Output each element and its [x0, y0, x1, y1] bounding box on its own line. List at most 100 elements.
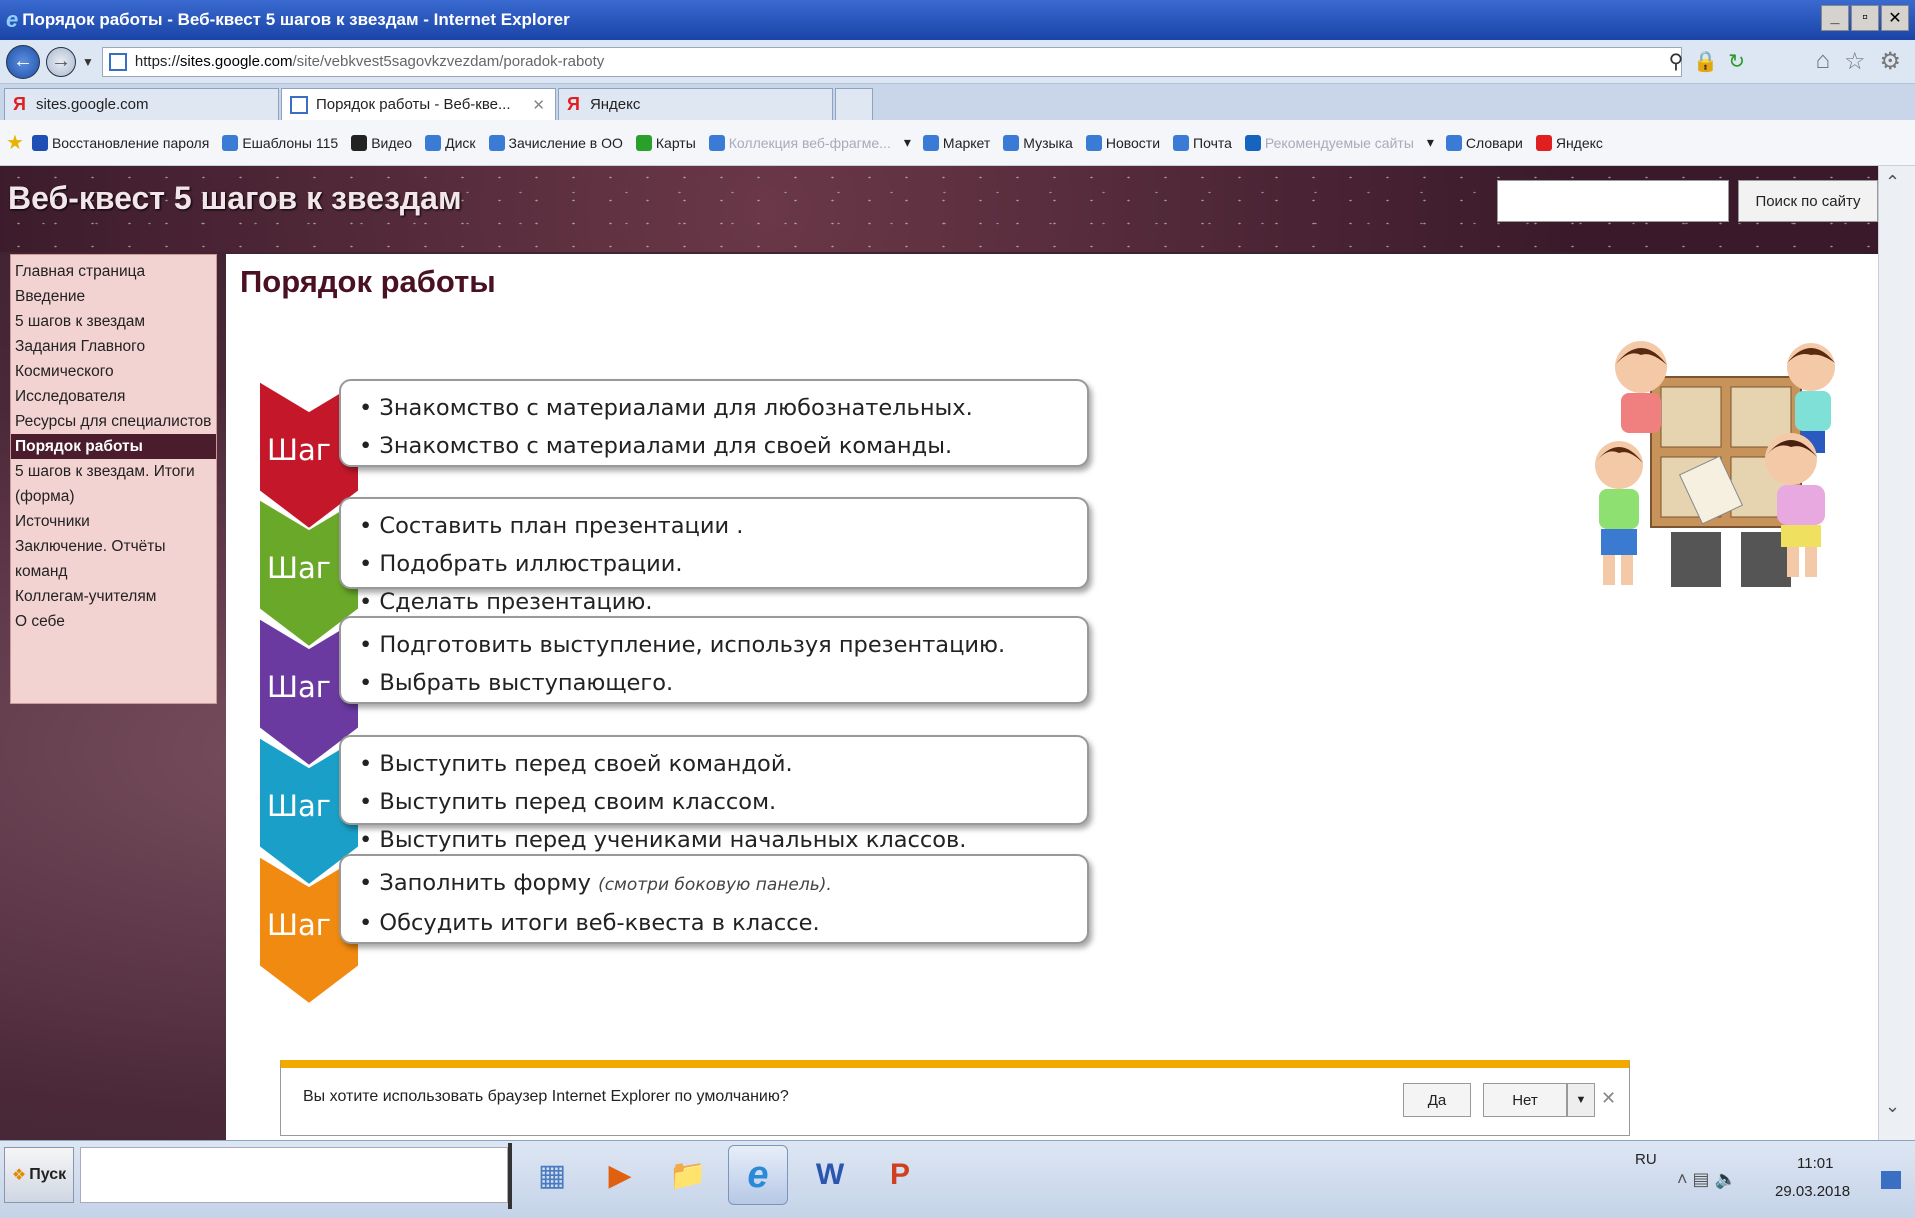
favorites-star-icon[interactable]: ★ [6, 130, 24, 155]
notification-close-icon[interactable]: ✕ [1601, 1088, 1616, 1109]
step-item: • Знакомство с материалами для своей ком… [359, 427, 1087, 465]
tab-yandex[interactable]: Я Яндекс [558, 88, 833, 120]
close-window-button[interactable]: ✕ [1881, 5, 1909, 31]
scroll-up-icon[interactable]: ⌃ [1885, 172, 1900, 193]
media-player-app-icon[interactable]: ▶ [590, 1145, 650, 1205]
site-search-button[interactable]: Поиск по сайту [1738, 180, 1878, 222]
step-item: • Обсудить итоги веб-квеста в классе. [359, 904, 1087, 942]
refresh-icon[interactable]: ↻ [1728, 49, 1745, 74]
page-icon [108, 52, 127, 71]
notification-dropdown-button[interactable]: ▼ [1567, 1083, 1595, 1117]
site-title[interactable]: Веб-квест 5 шагов к звездам [8, 180, 462, 217]
close-tab-icon[interactable]: ✕ [532, 96, 545, 114]
show-desktop-button[interactable] [1881, 1171, 1901, 1189]
volume-icon[interactable]: 🔈 [1715, 1169, 1737, 1189]
sidebar-item[interactable]: Задания Главного Космического Исследоват… [15, 334, 216, 409]
notification-message: Вы хотите использовать браузер Internet … [303, 1088, 789, 1105]
calculator-app-icon[interactable]: ▦ [522, 1145, 582, 1205]
ie-logo-icon: e [6, 7, 19, 32]
favorite-item[interactable]: Зачисление в ОО [488, 134, 623, 151]
back-arrow-icon: ← [13, 50, 33, 72]
favorite-label: Словари [1465, 134, 1523, 151]
lock-icon[interactable]: 🔒 [1693, 49, 1718, 74]
sidebar-item[interactable]: Введение [15, 284, 216, 309]
network-icon[interactable]: ▤ [1693, 1169, 1710, 1189]
scroll-down-icon[interactable]: ⌄ [1885, 1096, 1900, 1117]
tray-expand-icon[interactable]: ˄ [1677, 1169, 1688, 1189]
maximize-button[interactable]: ▫ [1851, 5, 1879, 31]
file-explorer-app-icon[interactable]: 📁 [658, 1145, 718, 1205]
new-tab-button[interactable] [835, 88, 873, 120]
sidebar-item[interactable]: Источники [15, 509, 216, 534]
favorite-item[interactable]: Карты [635, 134, 696, 151]
step-item: • Подготовить выступление, используя пре… [359, 626, 1087, 664]
favorite-link-icon [425, 134, 442, 151]
favorite-item[interactable]: Музыка [1003, 134, 1073, 151]
favorite-item[interactable]: Яндекс [1535, 134, 1603, 151]
step-item-text: • Обсудить итоги веб-квеста в классе. [359, 910, 820, 936]
favorite-item[interactable]: Новости [1085, 134, 1160, 151]
favorite-item[interactable]: Словари [1445, 134, 1523, 151]
forward-button[interactable]: → [46, 46, 76, 77]
home-icon[interactable]: ⌂ [1815, 47, 1830, 76]
favorite-link-icon [31, 134, 48, 151]
favorite-item[interactable]: Коллекция веб-фрагме... [708, 134, 891, 151]
favorite-link-icon [488, 134, 505, 151]
favorite-label: Диск [445, 134, 476, 151]
windows-flag-icon: ❖ [11, 1167, 27, 1184]
tab-sites-google[interactable]: Я sites.google.com [4, 88, 279, 120]
favorite-label: Карты [655, 134, 696, 151]
clock-time[interactable]: 11:01 [1797, 1155, 1833, 1172]
favorite-item[interactable]: Рекомендуемые сайты [1244, 134, 1414, 151]
tab-current-page[interactable]: Порядок работы - Веб-кве... ✕ [281, 88, 556, 120]
page-scrollbar[interactable]: ⌃ ⌄ [1878, 166, 1915, 1140]
favorite-item[interactable]: Маркет [922, 134, 991, 151]
powerpoint-app-icon[interactable]: P [870, 1145, 930, 1205]
sidebar-item[interactable]: Главная страница [15, 259, 216, 284]
site-search-input[interactable] [1497, 180, 1729, 222]
step-item-text: • Составить план презентации . [359, 513, 744, 539]
page-title: Порядок работы [240, 264, 496, 299]
sidebar-item[interactable]: 5 шагов к звездам. Итоги (форма) [15, 459, 216, 509]
sidebar-item[interactable]: Порядок работы [11, 434, 216, 459]
minimize-button[interactable]: _ [1821, 5, 1849, 31]
sidebar-item[interactable]: Коллегам-учителям [15, 584, 216, 609]
favorites-star-icon[interactable]: ☆ [1844, 47, 1866, 76]
notification-no-button[interactable]: Нет [1483, 1083, 1567, 1117]
chevron-down-icon: ▼ [1575, 1094, 1587, 1106]
step-box: • Составить план презентации . • Подобрат… [339, 497, 1089, 615]
clock-date[interactable]: 29.03.2018 [1775, 1183, 1850, 1200]
chevron-down-icon[interactable]: ▾ [904, 134, 911, 151]
search-icon[interactable]: ⚲ [1669, 49, 1684, 74]
favorite-item[interactable]: Восстановление пароля [31, 134, 209, 151]
back-button[interactable]: ← [6, 44, 40, 79]
history-dropdown-icon[interactable]: ▼ [82, 55, 94, 69]
url-host: sites.google.com [179, 53, 293, 70]
language-indicator[interactable]: RU [1635, 1151, 1657, 1168]
chevron-down-icon[interactable]: ▾ [1427, 134, 1434, 151]
favorite-item[interactable]: Диск [425, 134, 476, 151]
children-illustration [1595, 341, 1835, 587]
start-button[interactable]: ❖ Пуск [4, 1147, 74, 1203]
step-item-text: • Выступить перед своей командой. [359, 751, 793, 777]
favorite-label: Маркет [942, 134, 991, 151]
word-app-icon[interactable]: W [800, 1145, 860, 1205]
favorite-item[interactable]: Ешаблоны 115 [222, 134, 338, 151]
favorite-item[interactable]: Почта [1173, 134, 1232, 151]
system-tray: RU ˄ ▤ 🔈 11:01 29.03.2018 [1635, 1141, 1915, 1218]
favorite-item[interactable]: Видео [351, 134, 412, 151]
favorites-bar: ★ Восстановление пароля Ешаблоны 115 Видео… [0, 120, 1915, 166]
sidebar-item[interactable]: Ресурсы для специалистов [15, 409, 216, 434]
internet-explorer-app-icon[interactable]: e [728, 1145, 788, 1205]
sidebar-item[interactable]: Заключение. Отчёты команд [15, 534, 216, 584]
sidebar-item[interactable]: 5 шагов к звездам [15, 309, 216, 334]
yandex-icon: Я [567, 94, 580, 114]
page-icon [290, 95, 308, 114]
sidebar-nav: Главная страница Введение 5 шагов к звезда… [10, 254, 217, 704]
address-bar[interactable]: https://sites.google.com/site/vebkvest5s… [101, 46, 1682, 77]
sidebar-item[interactable]: О себе [15, 609, 216, 634]
yandex-icon: Я [13, 94, 26, 114]
favorite-label: Коллекция веб-фрагме... [728, 134, 891, 151]
gear-icon[interactable]: ⚙ [1879, 47, 1901, 76]
notification-yes-button[interactable]: Да [1403, 1083, 1471, 1117]
